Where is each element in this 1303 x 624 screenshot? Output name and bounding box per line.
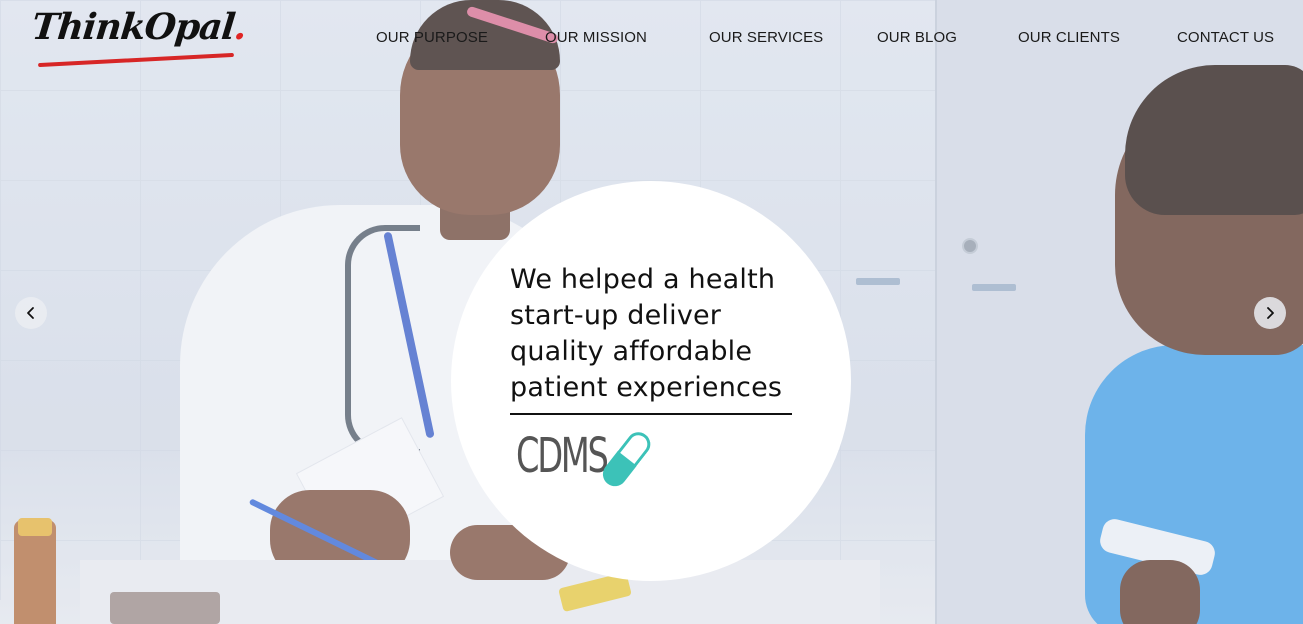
headline-line: patient experiences	[510, 372, 783, 403]
nav-our-mission[interactable]: OUR MISSION	[545, 29, 647, 46]
nav-contact-us[interactable]: CONTACT US	[1177, 29, 1274, 46]
headline-line: start-up deliver	[510, 300, 722, 331]
headline-divider	[510, 413, 792, 415]
thinkopal-logo[interactable]: ThinkOpal.	[30, 6, 248, 70]
nav-our-blog[interactable]: OUR BLOG	[877, 29, 957, 46]
headline-line: quality affordable	[510, 336, 753, 367]
logo-wordmark: ThinkOpal.	[29, 6, 249, 48]
carousel-prev-button[interactable]	[15, 297, 47, 329]
logo-underline-swash	[38, 52, 234, 68]
carousel-next-button[interactable]	[1254, 297, 1286, 329]
chevron-left-icon	[27, 307, 34, 319]
chevron-right-icon	[1267, 307, 1274, 319]
headline-line: We helped a health	[510, 264, 776, 295]
nav-our-clients[interactable]: OUR CLIENTS	[1018, 29, 1120, 46]
nav-our-purpose[interactable]: OUR PURPOSE	[376, 29, 488, 46]
nav-our-services[interactable]: OUR SERVICES	[709, 29, 823, 46]
case-study-headline: We helped a health start-up deliver qual…	[510, 262, 810, 406]
cdms-logo-text: CDMS	[516, 428, 609, 484]
